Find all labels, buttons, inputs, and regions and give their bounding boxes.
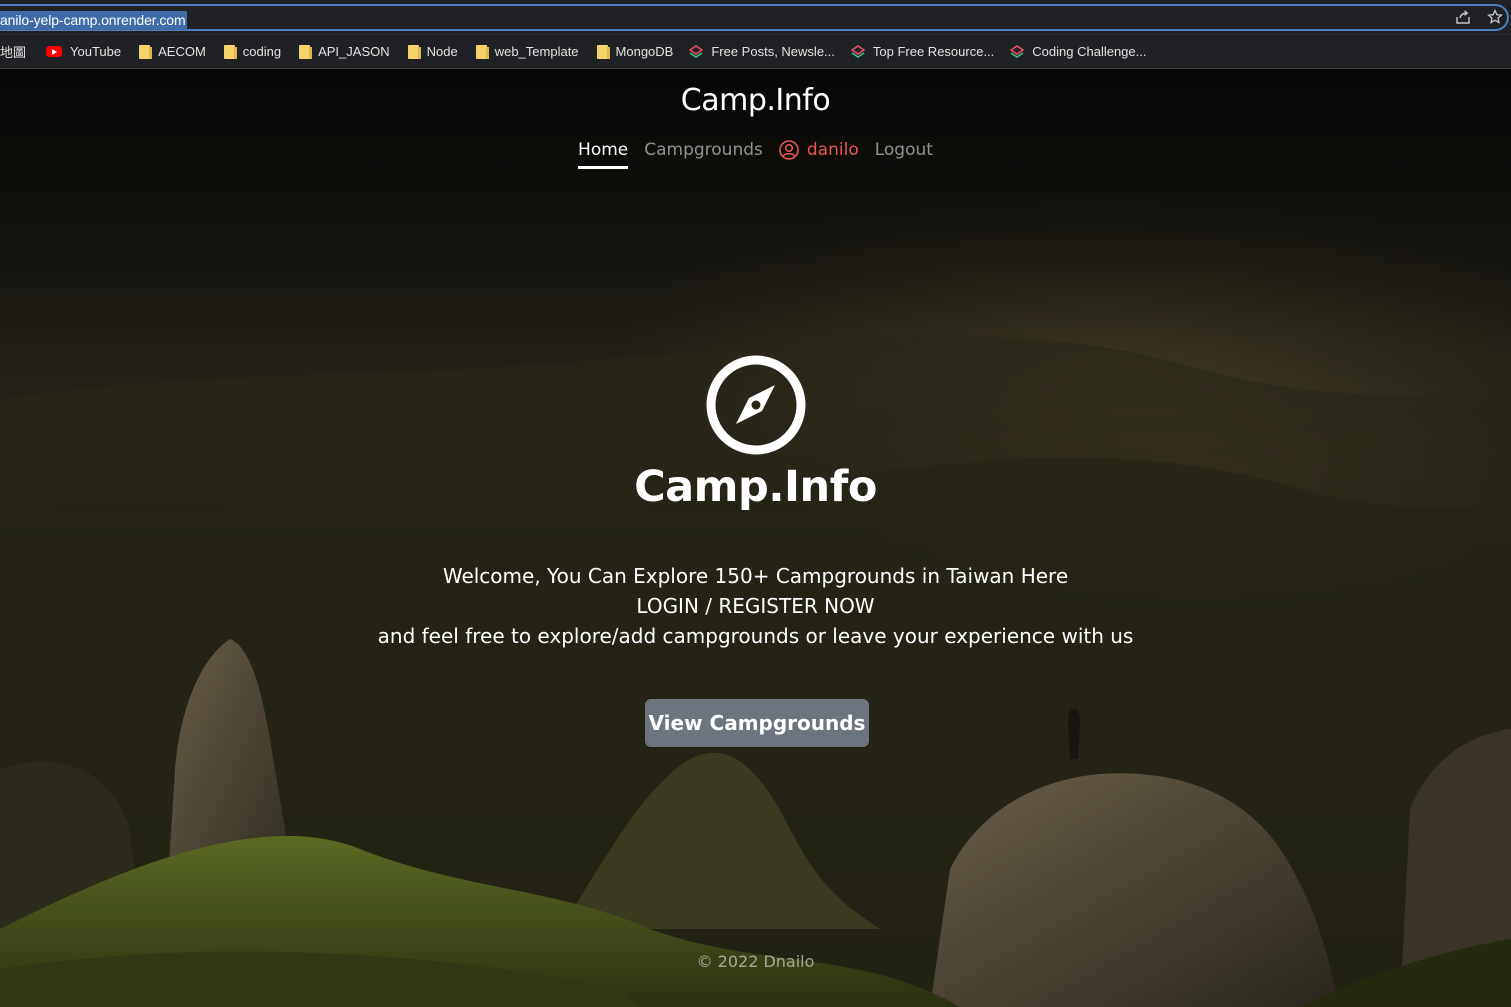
bookmark-label: API_JASON <box>318 44 390 59</box>
bookmark-label: AECOM <box>158 44 206 59</box>
bookmark-label: MongoDB <box>615 44 674 59</box>
folder-icon <box>407 44 421 59</box>
bookmark-coding[interactable]: coding <box>217 39 288 65</box>
youtube-icon <box>46 46 63 57</box>
gem-icon <box>689 44 704 58</box>
bookmark-label: Free Posts, Newsle... <box>711 44 835 59</box>
nav-campgrounds[interactable]: Campgrounds <box>644 140 763 166</box>
url-field[interactable]: anilo-yelp-camp.onrender.com <box>0 4 1509 31</box>
browser-address-bar: anilo-yelp-camp.onrender.com <box>0 0 1511 35</box>
nav-home[interactable]: Home <box>578 140 629 169</box>
bookmark-free-posts[interactable]: Free Posts, Newsle... <box>682 39 842 65</box>
bookmark-youtube[interactable]: YouTube <box>39 39 128 65</box>
bookmark-label: 地圖 <box>0 45 27 60</box>
folder-icon <box>596 44 610 59</box>
main-nav: Home Campgrounds danilo Logout <box>0 140 1511 172</box>
hero-description: Welcome, You Can Explore 150+ Campground… <box>0 561 1511 651</box>
landing-page: Camp.Info Home Campgrounds danilo Logout… <box>0 69 1511 1007</box>
bookmark-label: YouTube <box>70 44 122 59</box>
nav-user-label: danilo <box>806 140 859 160</box>
bookmark-aecom[interactable]: AECOM <box>132 39 213 65</box>
url-text[interactable]: anilo-yelp-camp.onrender.com <box>0 11 187 30</box>
bookmark-web-template[interactable]: web_Template <box>469 39 586 65</box>
bookmark-label: Top Free Resource... <box>872 44 995 59</box>
hero-title: Camp.Info <box>634 462 877 512</box>
user-circle-icon <box>779 140 799 160</box>
bookmark-label: Node <box>426 44 458 59</box>
gem-icon <box>1010 44 1025 58</box>
bookmark-label: Coding Challenge... <box>1032 44 1147 59</box>
bookmark-label: coding <box>242 44 282 59</box>
bookmark-label: web_Template <box>494 44 579 59</box>
bookmark-coding-challenge[interactable]: Coding Challenge... <box>1003 39 1153 65</box>
bookmark-node[interactable]: Node <box>401 39 465 65</box>
bookmark-api-jason[interactable]: API_JASON <box>292 39 397 65</box>
star-icon[interactable] <box>1487 9 1503 25</box>
footer-copyright: © 2022 Dnailo <box>696 952 815 971</box>
bookmark-map[interactable]: 地圖 <box>0 39 33 65</box>
nav-logout[interactable]: Logout <box>875 140 933 166</box>
folder-icon <box>139 44 153 59</box>
login-register-line: LOGIN / REGISTER NOW <box>636 594 875 618</box>
share-icon[interactable] <box>1455 9 1471 25</box>
bookmark-mongodb[interactable]: MongoDB <box>590 39 681 65</box>
mountain-background-image <box>0 336 1511 1007</box>
welcome-line: Welcome, You Can Explore 150+ Campground… <box>442 564 1069 588</box>
explore-line: and feel free to explore/add campgrounds… <box>377 624 1134 648</box>
folder-icon <box>299 44 313 59</box>
view-campgrounds-button[interactable]: View Campgrounds <box>645 699 869 747</box>
compass-icon <box>706 355 805 455</box>
folder-icon <box>223 44 237 59</box>
folder-icon <box>475 44 489 59</box>
hero-section: Camp.Info <box>0 354 1511 512</box>
bookmarks-bar: 地圖 YouTube AECOM coding API_JASON Node w… <box>0 35 1511 69</box>
nav-user[interactable]: danilo <box>779 140 859 166</box>
site-title[interactable]: Camp.Info <box>0 83 1511 118</box>
gem-icon <box>850 44 865 58</box>
bookmark-top-free-resource[interactable]: Top Free Resource... <box>844 39 1001 65</box>
